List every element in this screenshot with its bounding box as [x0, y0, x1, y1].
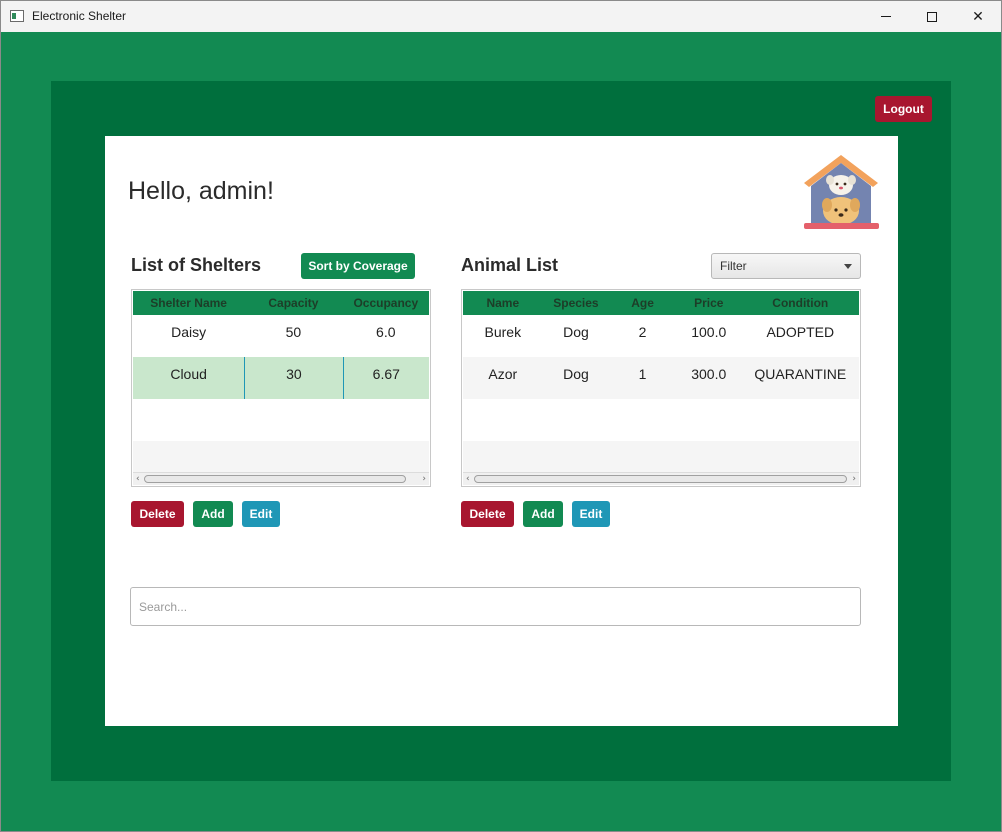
search-input[interactable]	[130, 587, 861, 626]
cell-shelter-name: Daisy	[171, 324, 207, 340]
chevron-down-icon	[844, 264, 852, 269]
delete-animal-button[interactable]: Delete	[461, 501, 514, 527]
scroll-left-icon[interactable]: ‹	[136, 474, 140, 484]
minimize-button[interactable]	[863, 1, 909, 32]
title-bar: Electronic Shelter ✕	[1, 1, 1001, 32]
column-header-shelter-name[interactable]: Shelter Name	[133, 291, 244, 315]
maximize-button[interactable]	[909, 1, 955, 32]
edit-shelter-button[interactable]: Edit	[242, 501, 280, 527]
app-icon	[10, 10, 24, 22]
shelters-table-header: Shelter Name Capacity Occupancy	[133, 291, 429, 315]
filter-dropdown[interactable]: Filter	[711, 253, 861, 279]
animals-table[interactable]: Name Species Age Price Condition Burek D…	[461, 289, 861, 487]
table-row-selected[interactable]: Cloud 30 6.67	[133, 357, 429, 399]
column-header-species[interactable]: Species	[543, 291, 610, 315]
sort-by-coverage-button[interactable]: Sort by Coverage	[301, 253, 415, 279]
scroll-right-icon[interactable]: ›	[422, 474, 426, 484]
greeting-heading: Hello, admin!	[128, 177, 274, 205]
cell-price: 100.0	[691, 324, 727, 340]
animals-table-header: Name Species Age Price Condition	[463, 291, 859, 315]
cell-age: 1	[638, 366, 647, 382]
cell-occupancy: 6.0	[376, 324, 396, 340]
cell-condition: ADOPTED	[766, 324, 835, 340]
delete-shelter-button[interactable]: Delete	[131, 501, 184, 527]
dog-house-icon	[804, 155, 879, 229]
table-row[interactable]: Azor Dog 1 300.0 QUARANTINE	[463, 357, 859, 399]
column-header-condition[interactable]: Condition	[742, 291, 859, 315]
add-animal-button[interactable]: Add	[523, 501, 563, 527]
scrollbar-thumb[interactable]	[474, 475, 847, 483]
table-row[interactable]: Daisy 50 6.0	[133, 315, 429, 357]
shelters-table[interactable]: Shelter Name Capacity Occupancy Daisy 50…	[131, 289, 431, 487]
scroll-right-icon[interactable]: ›	[852, 474, 856, 484]
cell-name: Azor	[488, 366, 518, 382]
cell-species: Dog	[563, 324, 589, 340]
cell-occupancy: 6.67	[342, 357, 429, 399]
add-shelter-button[interactable]: Add	[193, 501, 233, 527]
cell-name: Burek	[484, 324, 522, 340]
cell-age: 2	[638, 324, 647, 340]
column-header-name[interactable]: Name	[463, 291, 543, 315]
edit-animal-button[interactable]: Edit	[572, 501, 610, 527]
column-header-capacity[interactable]: Capacity	[244, 291, 342, 315]
maximize-icon	[927, 11, 937, 22]
close-button[interactable]: ✕	[955, 1, 1001, 32]
close-icon: ✕	[972, 8, 984, 25]
empty-row	[133, 399, 429, 441]
cell-condition: QUARANTINE	[754, 366, 847, 382]
column-header-price[interactable]: Price	[676, 291, 742, 315]
window-title: Electronic Shelter	[32, 9, 127, 23]
column-header-occupancy[interactable]: Occupancy	[343, 291, 429, 315]
animals-title: Animal List	[461, 255, 559, 275]
table-row[interactable]: Burek Dog 2 100.0 ADOPTED	[463, 315, 859, 357]
empty-row	[463, 399, 859, 441]
filter-selected-value: Filter	[720, 259, 747, 273]
minimize-icon	[881, 16, 891, 17]
logout-button[interactable]: Logout	[875, 96, 932, 122]
shelters-title: List of Shelters	[131, 255, 262, 275]
scroll-left-icon[interactable]: ‹	[466, 474, 470, 484]
cell-price: 300.0	[691, 366, 727, 382]
column-header-age[interactable]: Age	[609, 291, 676, 315]
cell-shelter-name: Cloud	[170, 366, 207, 382]
animals-horizontal-scrollbar[interactable]: ‹ ›	[463, 472, 859, 485]
shelters-horizontal-scrollbar[interactable]: ‹ ›	[133, 472, 429, 485]
scrollbar-thumb[interactable]	[144, 475, 406, 483]
cell-species: Dog	[563, 366, 589, 382]
cell-capacity: 30	[244, 357, 342, 399]
cell-capacity: 50	[285, 324, 302, 340]
